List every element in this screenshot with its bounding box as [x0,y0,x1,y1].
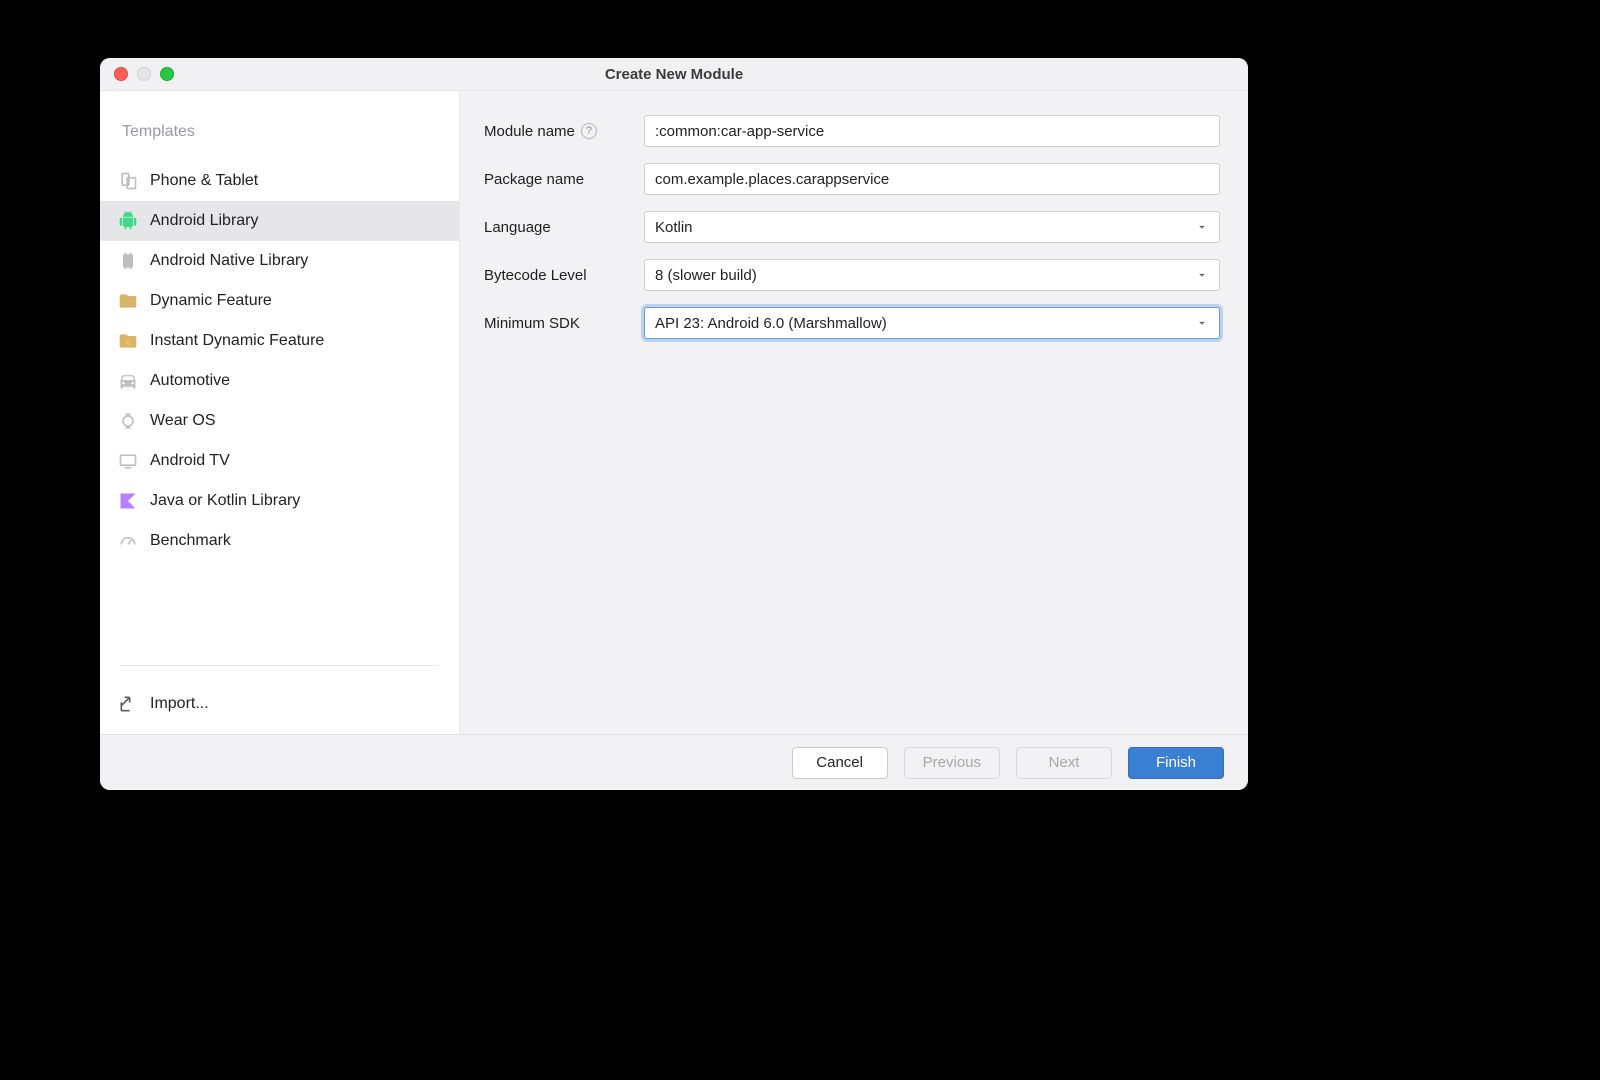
template-label: Automotive [150,372,230,390]
form-panel: Module name ? Package name Language Kotl… [460,91,1248,734]
bytecode-level-value: 8 (slower build) [655,267,757,284]
template-phone-tablet[interactable]: Phone & Tablet [100,161,459,201]
template-label: Benchmark [150,532,231,550]
import-label: Import... [150,695,209,713]
import-icon [118,694,138,714]
template-android-tv[interactable]: Android TV [100,441,459,481]
finish-button[interactable]: Finish [1128,747,1224,779]
tv-icon [118,451,138,471]
language-label: Language [484,219,644,236]
chevron-down-icon [1195,220,1209,234]
template-android-native-library[interactable]: Android Native Library [100,241,459,281]
template-label: Android TV [150,452,230,470]
template-label: Wear OS [150,412,216,430]
folder-icon [118,291,138,311]
dialog-title: Create New Module [605,66,743,83]
watch-icon [118,411,138,431]
template-label: Instant Dynamic Feature [150,332,324,350]
kotlin-icon [118,491,138,511]
language-value: Kotlin [655,219,693,236]
template-benchmark[interactable]: Benchmark [100,521,459,561]
close-icon[interactable] [114,67,128,81]
previous-button[interactable]: Previous [904,747,1000,779]
minimum-sdk-label: Minimum SDK [484,315,644,332]
create-module-dialog: Create New Module Templates Phone & Tabl… [100,58,1248,790]
template-label: Android Native Library [150,252,308,270]
window-controls [114,67,174,81]
chevron-down-icon [1195,268,1209,282]
package-name-label: Package name [484,171,644,188]
template-label: Java or Kotlin Library [150,492,300,510]
templates-sidebar: Templates Phone & Tablet Android Library [100,91,460,734]
minimum-sdk-value: API 23: Android 6.0 (Marshmallow) [655,315,887,332]
module-name-label: Module name ? [484,123,644,140]
language-combo[interactable]: Kotlin [644,211,1220,243]
titlebar: Create New Module [100,58,1248,91]
template-label: Dynamic Feature [150,292,272,310]
template-instant-dynamic-feature[interactable]: Instant Dynamic Feature [100,321,459,361]
gauge-icon [118,531,138,551]
native-icon [118,251,138,271]
folder-bolt-icon [118,331,138,351]
minimum-sdk-combo[interactable]: API 23: Android 6.0 (Marshmallow) [644,307,1220,339]
maximize-icon[interactable] [160,67,174,81]
cancel-button[interactable]: Cancel [792,747,888,779]
car-icon [118,371,138,391]
template-label: Android Library [150,212,259,230]
chevron-down-icon [1195,316,1209,330]
template-java-kotlin-library[interactable]: Java or Kotlin Library [100,481,459,521]
template-automotive[interactable]: Automotive [100,361,459,401]
template-list: Phone & Tablet Android Library Android N… [100,161,459,655]
bytecode-level-label: Bytecode Level [484,267,644,284]
import-item[interactable]: Import... [100,682,459,734]
bytecode-level-combo[interactable]: 8 (slower build) [644,259,1220,291]
android-icon [118,211,138,231]
help-icon[interactable]: ? [581,123,597,139]
button-bar: Cancel Previous Next Finish [100,734,1248,790]
package-name-input[interactable] [644,163,1220,195]
minimize-icon[interactable] [137,67,151,81]
phone-tablet-icon [118,171,138,191]
template-android-library[interactable]: Android Library [100,201,459,241]
next-button[interactable]: Next [1016,747,1112,779]
templates-heading: Templates [100,109,459,161]
template-label: Phone & Tablet [150,172,258,190]
template-wear-os[interactable]: Wear OS [100,401,459,441]
template-dynamic-feature[interactable]: Dynamic Feature [100,281,459,321]
sidebar-separator [120,665,439,666]
module-name-input[interactable] [644,115,1220,147]
